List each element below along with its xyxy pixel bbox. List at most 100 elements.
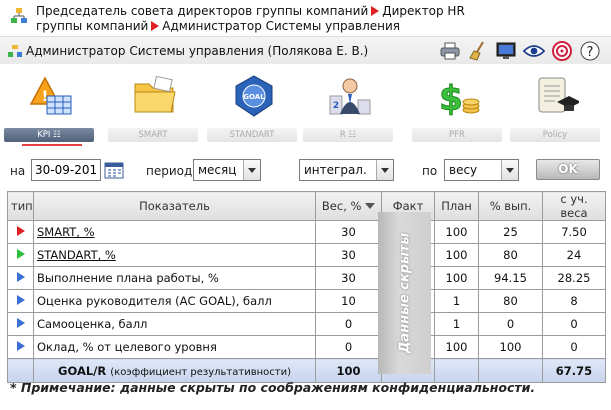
weighted-cell: 24	[542, 243, 606, 267]
user-name: Администратор Системы управления (Поляко…	[26, 44, 369, 58]
total-row: GOAL/R (коэффициент результативности) 10…	[7, 358, 606, 383]
hidden-data-overlay: Данные скрыты	[378, 212, 431, 374]
column-header: План	[434, 191, 479, 221]
column-header[interactable]: Показатель	[33, 191, 316, 221]
calendar-icon[interactable]	[104, 161, 124, 179]
mode-value: интеграл.	[304, 163, 367, 177]
indicator-name: Выполнение плана работы, %	[33, 266, 316, 290]
org-tree-icon	[11, 8, 27, 23]
period-label: период	[146, 164, 193, 178]
weighted-cell: 0	[542, 312, 606, 336]
module-standart[interactable]: GOAL STANDART	[207, 68, 297, 142]
indicator-link[interactable]: SMART, %	[37, 225, 95, 239]
period-select[interactable]: месяц	[193, 159, 261, 181]
play-blue-icon[interactable]	[16, 341, 25, 351]
column-header: с уч. веса	[542, 191, 606, 221]
indicator-name: Оклад, % от целевого уровня	[33, 335, 316, 359]
breadcrumb-item[interactable]: Председатель совета директоров группы ко…	[36, 4, 368, 18]
filter-bar: на период месяц интеграл. по весу OK	[0, 150, 611, 186]
svg-text:2: 2	[333, 101, 339, 111]
chevron-down-icon	[243, 160, 260, 180]
scroll-graduation-icon	[538, 77, 579, 113]
module-kpi[interactable]: ! KPI ☷	[4, 68, 94, 146]
weight-cell: 0	[315, 335, 382, 359]
breadcrumb-arrow-icon	[371, 6, 380, 16]
column-header-sorted[interactable]: Вес, %	[315, 191, 382, 221]
indicator-name: Самооценка, балл	[33, 312, 316, 336]
table-row: Самооценка, балл 0 1 0 0	[7, 312, 606, 336]
play-green-icon[interactable]	[16, 249, 25, 259]
module-r[interactable]: 2 R ☷	[303, 68, 393, 142]
breadcrumb: Председатель совета директоров группы ко…	[4, 2, 604, 36]
module-pfr[interactable]: $ PFR	[412, 68, 502, 142]
sort-select[interactable]: весу	[444, 159, 519, 181]
person-ranking-icon: 2	[329, 78, 371, 115]
weighted-cell: 0	[542, 335, 606, 359]
play-blue-icon[interactable]	[16, 272, 25, 282]
play-red-icon[interactable]	[16, 226, 25, 236]
pct-cell: 80	[478, 289, 543, 313]
weighted-cell: 8	[542, 289, 606, 313]
pct-cell: 0	[478, 312, 543, 336]
weight-cell: 30	[315, 266, 382, 290]
module-smart[interactable]: SMART	[108, 68, 198, 142]
target-icon[interactable]	[551, 40, 573, 62]
plan-cell: 100	[434, 243, 479, 267]
plan-cell: 100	[434, 220, 479, 244]
user-icon	[8, 45, 22, 57]
eye-icon[interactable]	[523, 40, 545, 62]
module-policy[interactable]: Policy	[510, 68, 600, 142]
active-underline	[22, 144, 82, 146]
table-row: Выполнение плана работы, % 30 100 94.15 …	[7, 266, 606, 290]
monitor-icon[interactable]	[495, 40, 517, 62]
sort-desc-icon	[365, 203, 376, 209]
hidden-data-label: Данные скрыты	[397, 232, 412, 354]
module-label: STANDART	[207, 128, 297, 142]
indicator-link[interactable]: STANDART, %	[37, 248, 116, 262]
kpi-warning-icon: !	[29, 76, 72, 115]
weight-cell: 10	[315, 289, 382, 313]
total-weight: 100	[315, 358, 382, 383]
goal-badge-icon: GOAL	[235, 75, 273, 117]
total-label: GOAL/R (коэффициент результативности)	[33, 358, 316, 383]
sort-label: по	[422, 164, 438, 178]
table-header-row: тип Показатель Вес, % Факт План % вып. с…	[7, 191, 606, 221]
indicator-name: Оценка руководителя (АС GOAL), балл	[33, 289, 316, 313]
date-input[interactable]	[31, 159, 101, 181]
table-row: Оклад, % от целевого уровня 0 100 100 0	[7, 335, 606, 359]
column-header: % вып.	[478, 191, 543, 221]
ok-button[interactable]: OK	[536, 159, 600, 180]
play-blue-icon[interactable]	[16, 295, 25, 305]
kpi-table: тип Показатель Вес, % Факт План % вып. с…	[7, 191, 606, 383]
svg-text:?: ?	[587, 45, 594, 60]
column-header: тип	[7, 191, 34, 221]
weight-cell: 30	[315, 220, 382, 244]
table-row: SMART, % 30 100 25 7.50	[7, 220, 606, 244]
pct-cell: 100	[478, 335, 543, 359]
printer-icon[interactable]	[439, 40, 461, 62]
breadcrumb-item[interactable]: Администратор Системы управления	[162, 19, 400, 33]
dollar-coins-icon: $	[439, 79, 480, 118]
module-label: SMART	[108, 128, 198, 142]
plan-cell: 100	[434, 335, 479, 359]
weighted-cell: 7.50	[542, 220, 606, 244]
play-blue-icon[interactable]	[16, 318, 25, 328]
mode-select[interactable]: интеграл.	[299, 159, 394, 181]
module-toolbar: ! KPI ☷ SMART GOAL STANDART 2 R ☷ $ PFR …	[0, 68, 611, 146]
user-bar: Администратор Системы управления (Поляко…	[0, 36, 611, 64]
pct-cell: 25	[478, 220, 543, 244]
broom-icon[interactable]	[467, 40, 489, 62]
svg-text:GOAL: GOAL	[243, 93, 265, 101]
weight-cell: 30	[315, 243, 382, 267]
table-row: Оценка руководителя (АС GOAL), балл 10 1…	[7, 289, 606, 313]
folder-icon	[134, 75, 176, 113]
breadcrumb-arrow-icon	[151, 21, 160, 31]
plan-cell: 1	[434, 289, 479, 313]
svg-text:$: $	[439, 79, 463, 118]
weighted-cell: 28.25	[542, 266, 606, 290]
sort-value: весу	[449, 163, 478, 177]
module-label: Policy	[510, 128, 600, 142]
pct-cell: 94.15	[478, 266, 543, 290]
table-row: STANDART, % 30 100 80 24	[7, 243, 606, 267]
help-icon[interactable]: ?	[579, 40, 601, 62]
